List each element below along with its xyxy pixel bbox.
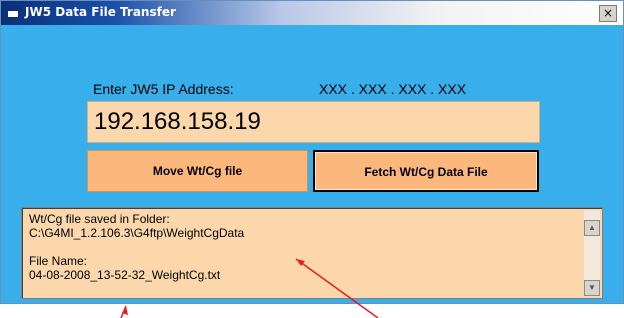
annotation-overlay [120,258,379,318]
annotation-arrow-folder [295,258,379,318]
